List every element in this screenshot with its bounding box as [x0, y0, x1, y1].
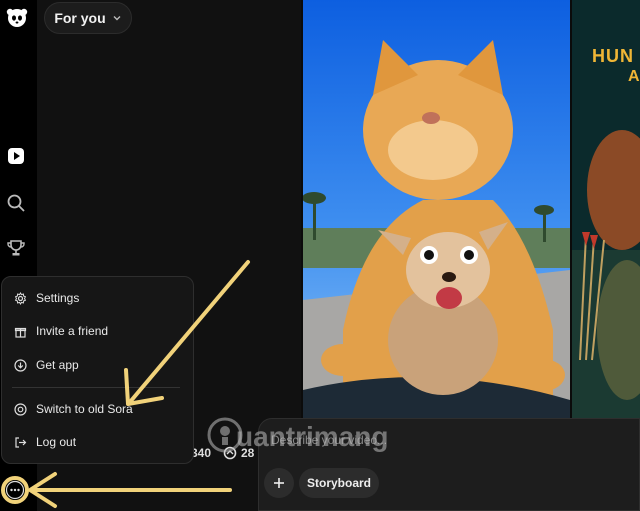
- download-icon: [14, 358, 27, 372]
- gear-icon: [14, 291, 27, 305]
- feed-selector-label: For you: [54, 10, 106, 26]
- menu-item-invite-friend[interactable]: Invite a friend: [14, 320, 108, 342]
- menu-divider: [12, 387, 180, 388]
- menu-item-get-app[interactable]: Get app: [14, 354, 79, 376]
- menu-item-label: Invite a friend: [36, 324, 109, 338]
- gift-icon: [14, 327, 27, 338]
- search-icon[interactable]: [5, 192, 27, 214]
- logout-icon: [15, 436, 27, 448]
- storyboard-button[interactable]: Storyboard: [299, 468, 379, 498]
- add-media-button[interactable]: [264, 468, 294, 498]
- chevron-down-icon: [113, 16, 121, 21]
- video-thumbnail-cat-dog[interactable]: [303, 0, 570, 418]
- home-feed-icon[interactable]: [5, 145, 27, 167]
- menu-item-log-out[interactable]: Log out: [14, 431, 76, 453]
- more-options-button[interactable]: [4, 479, 26, 501]
- feed-selector-button[interactable]: For you: [44, 2, 132, 34]
- menu-item-label: Switch to old Sora: [36, 402, 133, 416]
- video-title-text: HUN: [592, 46, 634, 66]
- menu-item-settings[interactable]: Settings: [14, 287, 79, 309]
- ellipsis-icon: [5, 480, 25, 500]
- menu-item-label: Get app: [36, 358, 79, 372]
- menu-item-label: Settings: [36, 291, 80, 305]
- menu-item-label: Log out: [36, 435, 77, 449]
- watermark-text: uantrimang: [236, 421, 389, 452]
- video-subtitle-text: A: [628, 68, 640, 85]
- trophy-icon[interactable]: [5, 237, 27, 259]
- menu-item-switch-old-sora[interactable]: Switch to old Sora: [14, 398, 133, 420]
- sora-icon: [14, 402, 27, 416]
- plus-icon: [274, 478, 284, 488]
- sora-logo-icon[interactable]: [5, 6, 29, 30]
